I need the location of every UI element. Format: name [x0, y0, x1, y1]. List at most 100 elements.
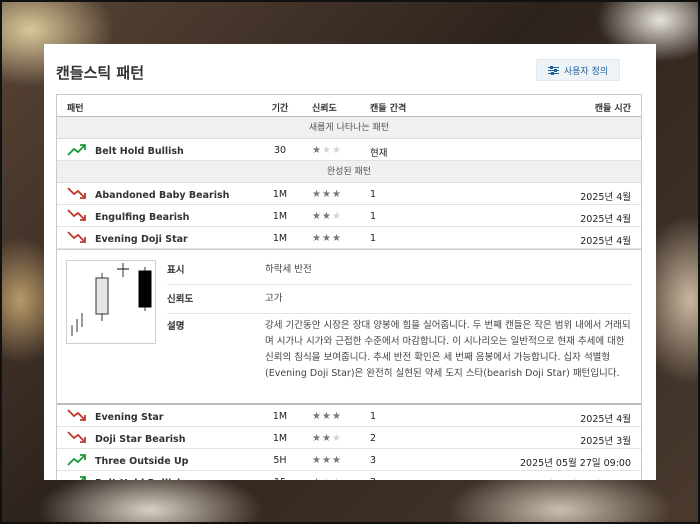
- header-pattern[interactable]: 패턴: [67, 101, 84, 114]
- period-cell: 1M: [272, 189, 288, 200]
- detail-description-label: 설명: [167, 321, 185, 332]
- star-filled-icon: ★: [312, 411, 322, 422]
- table-row[interactable]: Evening Star 1M ★★★ 1 2025년 4월: [57, 405, 641, 427]
- pattern-name: Evening Star: [95, 411, 164, 423]
- star-filled-icon: ★: [321, 455, 332, 466]
- time-cell: 2025년 3월: [580, 436, 631, 447]
- reliability-stars: ★★★: [312, 211, 342, 222]
- pattern-name: Doji Star Bearish: [95, 433, 186, 445]
- star-empty-icon: ★: [331, 433, 342, 444]
- pattern-cell: Evening Star: [67, 409, 164, 425]
- period-cell: 15: [267, 477, 293, 480]
- star-filled-icon: ★: [331, 455, 342, 466]
- detail-display-label: 표시: [167, 265, 185, 276]
- gap-cell: 1: [370, 411, 377, 422]
- trend-up-arrow-icon: [67, 143, 87, 159]
- star-filled-icon: ★: [321, 189, 332, 200]
- table-row[interactable]: Abandoned Baby Bearish 1M ★★★ 1 2025년 4월: [57, 183, 641, 205]
- pattern-name: Engulfing Bearish: [95, 211, 190, 223]
- pattern-cell: Belt Hold Bullish: [67, 475, 184, 480]
- star-filled-icon: ★: [331, 189, 342, 200]
- gap-cell: 1: [370, 189, 377, 200]
- detail-display-row: 표시 하락세 반전: [167, 256, 631, 285]
- star-filled-icon: ★: [312, 433, 322, 444]
- star-filled-icon: ★: [312, 477, 322, 480]
- star-empty-icon: ★: [331, 211, 342, 222]
- pattern-name: Belt Hold Bullish: [95, 478, 184, 481]
- pattern-table: 패턴 기간 신뢰도 캔들 간격 캔들 시간 새롭게 나타나는 패턴 Belt H…: [56, 94, 642, 480]
- pattern-name: Belt Hold Bullish: [95, 145, 184, 157]
- reliability-stars: ★★★: [312, 189, 342, 200]
- reliability-stars: ★★★: [312, 145, 342, 156]
- reliability-stars: ★★★: [312, 433, 342, 444]
- header-period[interactable]: 기간: [267, 101, 293, 114]
- page-title: 캔들스틱 패턴: [56, 64, 145, 82]
- gap-cell: 1: [370, 233, 377, 244]
- table-row[interactable]: Belt Hold Bullish15★★★32025년 05월 28일 15:…: [57, 471, 641, 480]
- reliability-stars: ★★★: [312, 411, 342, 422]
- period-cell: 1M: [272, 411, 288, 422]
- gap-cell: 2: [370, 433, 377, 444]
- star-filled-icon: ★: [312, 233, 322, 244]
- table-row[interactable]: Engulfing Bearish 1M ★★★ 1 2025년 4월: [57, 205, 641, 227]
- trend-down-arrow-icon: [67, 409, 87, 425]
- star-filled-icon: ★: [312, 211, 322, 222]
- gap-cell: 3: [370, 477, 376, 480]
- pattern-cell: Belt Hold Bullish: [67, 143, 184, 159]
- trend-down-arrow-icon: [67, 431, 87, 447]
- detail-reliability-label: 신뢰도: [167, 294, 194, 305]
- period-cell: 1M: [272, 211, 288, 222]
- sliders-icon: [547, 65, 559, 75]
- pattern-cell: Three Outside Up: [67, 453, 188, 469]
- time-cell: 2025년 05월 27일 09:00: [519, 458, 631, 469]
- period-cell: 30: [273, 145, 287, 156]
- header-reliability[interactable]: 신뢰도: [312, 101, 337, 114]
- trend-up-arrow-icon: [67, 475, 87, 480]
- more-rows: Evening Star 1M ★★★ 1 2025년 4월 Doji Star Bear…: [57, 405, 641, 480]
- star-filled-icon: ★: [331, 233, 342, 244]
- pattern-name: Abandoned Baby Bearish: [95, 189, 230, 201]
- pattern-illustration: [66, 260, 156, 344]
- gap-cell: 1: [370, 211, 377, 222]
- table-row[interactable]: Belt Hold Bullish 30 ★★★ 현재: [57, 139, 641, 161]
- pattern-cell: Abandoned Baby Bearish: [67, 187, 229, 203]
- star-filled-icon: ★: [321, 411, 332, 422]
- emerging-rows: Belt Hold Bullish 30 ★★★ 현재: [57, 139, 641, 161]
- star-filled-icon: ★: [321, 211, 332, 222]
- time-cell: 2025년 4월: [580, 414, 631, 425]
- pattern-cell: Engulfing Bearish: [67, 209, 189, 225]
- star-empty-icon: ★: [321, 145, 332, 156]
- evening-doji-star-chart: [71, 263, 152, 336]
- gap-cell: 현재: [370, 148, 388, 159]
- pattern-cell: Doji Star Bearish: [67, 431, 185, 447]
- header-time[interactable]: 캔들 시간: [595, 101, 631, 114]
- panel-header: 캔들스틱 패턴 사용자 정의: [56, 58, 644, 86]
- star-empty-icon: ★: [322, 477, 332, 480]
- period-cell: 5H: [273, 455, 287, 466]
- reliability-stars: ★★★: [312, 477, 342, 480]
- gap-cell: 3: [370, 455, 377, 466]
- table-row[interactable]: Evening Doji Star 1M ★★★ 1 2025년 4월: [57, 227, 641, 249]
- customize-button-label: 사용자 정의: [563, 66, 609, 77]
- header-gap[interactable]: 캔들 간격: [370, 101, 406, 114]
- time-cell: 2025년 05월 28일 15:30: [520, 477, 631, 480]
- time-cell: 2025년 4월: [580, 214, 631, 225]
- trend-down-arrow-icon: [67, 231, 87, 247]
- detail-reliability-value: 고가: [265, 293, 283, 304]
- time-cell: 2025년 4월: [580, 192, 631, 203]
- detail-reliability-row: 신뢰도 고가: [167, 285, 631, 314]
- table-row[interactable]: Three Outside Up 5H ★★★ 3 2025년 05월 27일 09:0…: [57, 449, 641, 471]
- period-cell: 1M: [272, 433, 288, 444]
- detail-list: 표시 하락세 반전 신뢰도 고가 설명 강세 기간동안 시장은 장대 양봉에 힘…: [167, 256, 631, 388]
- completed-rows: Abandoned Baby Bearish 1M ★★★ 1 2025년 4월 Engu…: [57, 183, 641, 249]
- star-filled-icon: ★: [312, 455, 322, 466]
- star-empty-icon: ★: [332, 477, 342, 480]
- detail-display-value: 하락세 반전: [265, 264, 312, 275]
- star-filled-icon: ★: [312, 189, 322, 200]
- star-filled-icon: ★: [312, 145, 322, 156]
- pattern-name: Three Outside Up: [95, 455, 189, 467]
- star-filled-icon: ★: [321, 233, 332, 244]
- customize-button[interactable]: 사용자 정의: [536, 59, 620, 81]
- star-filled-icon: ★: [331, 411, 342, 422]
- table-row[interactable]: Doji Star Bearish 1M ★★★ 2 2025년 3월: [57, 427, 641, 449]
